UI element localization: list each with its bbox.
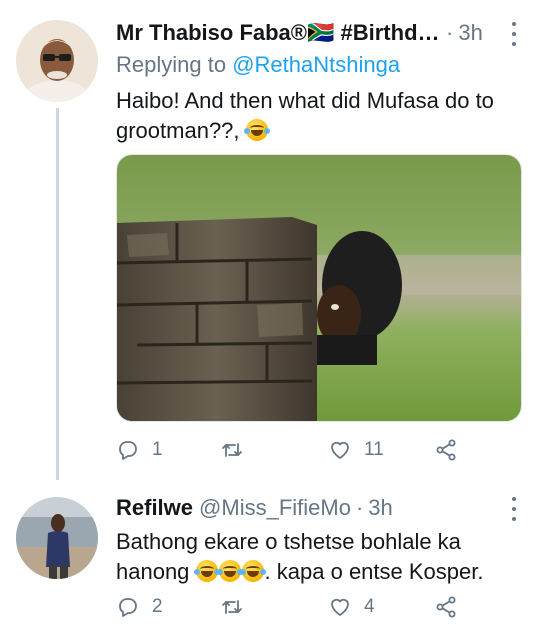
like-icon xyxy=(331,598,349,616)
avatar[interactable] xyxy=(16,20,98,102)
retweet-icon xyxy=(222,443,242,457)
share-button[interactable] xyxy=(434,438,458,462)
more-icon[interactable] xyxy=(510,497,518,521)
user-handle[interactable]: @Miss_FifieMo xyxy=(199,495,351,521)
replying-to: Replying to @RethaNtshinga xyxy=(116,52,518,82)
thread-line xyxy=(56,108,59,480)
tweet-content: Mr Thabiso Faba®🇿🇦 #Birthday... · 3h Rep… xyxy=(116,20,518,146)
like-count: 4 xyxy=(364,596,375,617)
tweet-actions: 1 11 xyxy=(116,438,476,468)
reply-count: 2 xyxy=(152,596,163,617)
tears-of-joy-emoji-icon xyxy=(216,560,243,582)
tweet-content: Refilwe @Miss_FifieMo · 3h Bathong ekare… xyxy=(116,495,518,587)
tweet-text: Haibo! And then what did Mufasa do to gr… xyxy=(116,86,496,146)
mention-link[interactable]: @RethaNtshinga xyxy=(232,52,400,77)
retweet-icon xyxy=(222,600,242,614)
reply-count: 1 xyxy=(152,439,163,460)
reply-icon xyxy=(119,441,137,460)
tweet-header: Mr Thabiso Faba®🇿🇦 #Birthday... · 3h xyxy=(116,20,518,52)
share-icon xyxy=(436,439,456,461)
like-icon xyxy=(331,441,349,459)
tears-of-joy-emoji-icon xyxy=(193,560,220,582)
display-name[interactable]: Refilwe xyxy=(116,495,193,521)
reply-icon xyxy=(119,598,137,617)
like-button[interactable]: 11 xyxy=(328,438,384,462)
tweet-2[interactable]: Refilwe @Miss_FifieMo · 3h Bathong ekare… xyxy=(0,485,540,633)
reply-button[interactable]: 2 xyxy=(116,595,163,619)
display-name[interactable]: Mr Thabiso Faba®🇿🇦 #Birthday... xyxy=(116,20,441,46)
avatar[interactable] xyxy=(16,497,98,579)
tears-of-joy-emoji-icon xyxy=(243,119,270,141)
tweet-actions: 2 4 xyxy=(116,595,476,625)
like-count: 11 xyxy=(364,439,384,460)
replying-label: Replying to xyxy=(116,52,227,77)
share-button[interactable] xyxy=(434,595,458,619)
retweet-button[interactable] xyxy=(220,595,244,619)
reply-button[interactable]: 1 xyxy=(116,438,163,462)
tweet-header: Refilwe @Miss_FifieMo · 3h xyxy=(116,495,518,527)
more-icon[interactable] xyxy=(510,22,518,46)
tweet-text-body: Haibo! And then what did Mufasa do to gr… xyxy=(116,88,494,143)
tweet-1[interactable]: Mr Thabiso Faba®🇿🇦 #Birthday... · 3h Rep… xyxy=(0,0,540,485)
tweet-text: Bathong ekare o tshetse bohlale ka hanon… xyxy=(116,527,518,587)
tweet-image[interactable] xyxy=(116,154,522,422)
tears-of-joy-emoji-icon xyxy=(239,560,266,582)
share-icon xyxy=(436,596,456,618)
retweet-button[interactable] xyxy=(220,438,244,462)
tweet-text-part2: . kapa o entse Kosper. xyxy=(264,559,484,584)
separator-dot: · xyxy=(446,20,454,45)
timestamp[interactable]: 3h xyxy=(458,20,482,46)
timestamp[interactable]: 3h xyxy=(368,495,392,521)
like-button[interactable]: 4 xyxy=(328,595,375,619)
separator-dot: · xyxy=(355,495,364,520)
